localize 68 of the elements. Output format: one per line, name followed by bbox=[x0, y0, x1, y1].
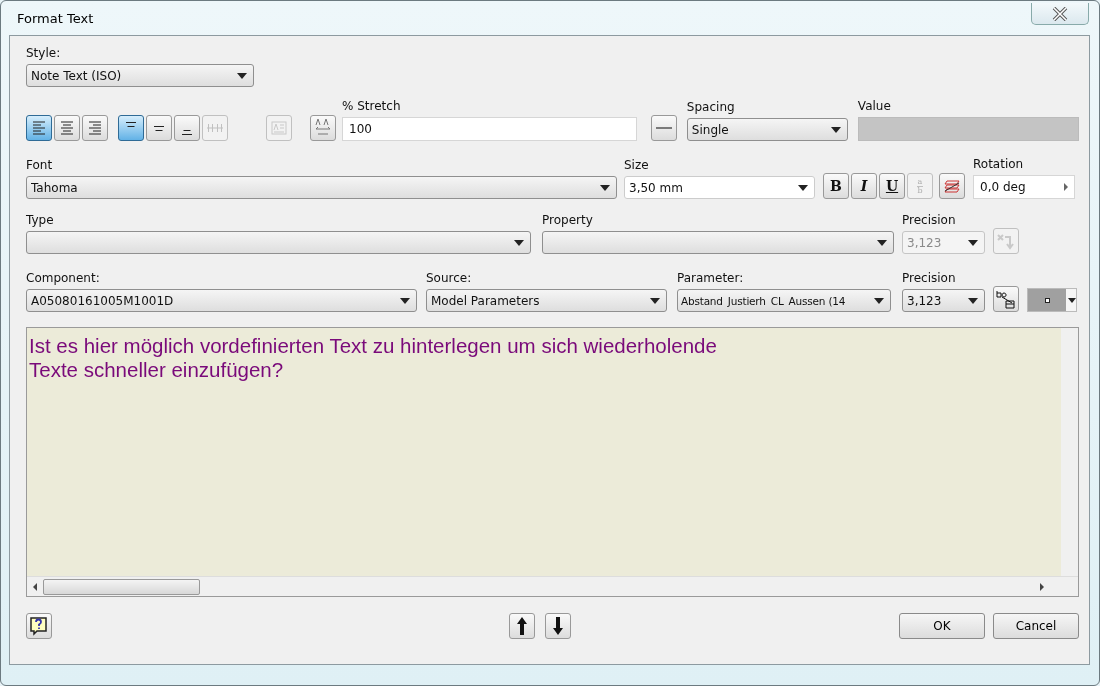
vertical-scrollbar[interactable] bbox=[1061, 328, 1078, 576]
field-label: Style: bbox=[26, 46, 61, 61]
layers-icon bbox=[943, 179, 961, 193]
vertical-align-icon bbox=[126, 121, 136, 127]
underline-button[interactable]: U bbox=[879, 173, 905, 199]
align-button[interactable] bbox=[82, 115, 108, 141]
dash-icon bbox=[655, 126, 672, 130]
field-label: Precision bbox=[902, 213, 957, 228]
rotation-field[interactable]: 0,0 deg bbox=[973, 175, 1075, 199]
line-spacing-button[interactable] bbox=[650, 115, 677, 141]
text-frame-icon bbox=[271, 121, 287, 135]
component-dropdown[interactable]: A05080161005M1001D bbox=[26, 289, 417, 312]
up-arrow-icon bbox=[516, 616, 528, 636]
align-button[interactable] bbox=[54, 115, 80, 141]
vertical-align-button[interactable] bbox=[118, 115, 144, 141]
field-label: Parameter: bbox=[677, 271, 745, 286]
source-dropdown[interactable]: Model Parameters bbox=[426, 289, 667, 312]
note-text-line: Texte schneller einzufügen? bbox=[29, 358, 284, 382]
font-dropdown[interactable]: Tahoma bbox=[26, 176, 617, 199]
field-label: Source: bbox=[426, 271, 473, 286]
insert-symbol-button[interactable] bbox=[993, 286, 1019, 312]
insert-icon bbox=[997, 232, 1015, 250]
field-label: Rotation bbox=[973, 157, 1025, 172]
parameter-dropdown[interactable]: Abstand_Justierh_CL_Aussen (14 bbox=[677, 289, 891, 312]
field-label: Value bbox=[857, 99, 892, 114]
align-icon bbox=[88, 121, 102, 135]
help-icon bbox=[29, 616, 49, 636]
type-dropdown[interactable] bbox=[26, 231, 531, 254]
horizontal-scrollbar[interactable] bbox=[27, 576, 1078, 596]
spacing-dropdown[interactable]: Single bbox=[686, 118, 848, 141]
note-text-line: Ist es hier möglich vordefinierten Text zu hinterlegen um sich wiederholende bbox=[29, 334, 717, 358]
field-label: Type bbox=[26, 213, 55, 228]
stretch-field[interactable]: 100 bbox=[342, 117, 637, 141]
move-up-button[interactable] bbox=[509, 613, 535, 639]
field-label: Spacing bbox=[686, 100, 736, 115]
layers-button[interactable] bbox=[939, 173, 965, 199]
align-icon bbox=[32, 121, 46, 135]
vertical-align-icon bbox=[154, 125, 164, 131]
field-label: % Stretch bbox=[342, 99, 402, 114]
dialog-button[interactable]: Cancel bbox=[993, 613, 1079, 639]
vertical-align-button[interactable] bbox=[146, 115, 172, 141]
field-label: Component: bbox=[26, 271, 101, 286]
style-dropdown[interactable]: Note Text (ISO) bbox=[26, 64, 254, 87]
field-label: Font bbox=[26, 158, 54, 173]
vertical-align-icon bbox=[182, 129, 192, 135]
precision-dropdown[interactable]: 3,123 bbox=[902, 289, 985, 312]
vertical-align-button[interactable] bbox=[174, 115, 200, 141]
stretch-icon bbox=[314, 118, 332, 138]
field-label: Property bbox=[542, 213, 594, 228]
field-label: Precision bbox=[902, 271, 957, 286]
dialog-button[interactable]: OK bbox=[899, 613, 985, 639]
property-dropdown[interactable] bbox=[542, 231, 894, 254]
color-picker[interactable] bbox=[1027, 288, 1077, 312]
move-down-button[interactable] bbox=[545, 613, 571, 639]
window-title: Format Text bbox=[17, 10, 94, 26]
align-button[interactable] bbox=[26, 115, 52, 141]
close-button[interactable] bbox=[1031, 3, 1089, 25]
text-editor[interactable]: Ist es hier möglich vordefinierten Text zu hinterlegen um sich wiederholende Texte schneller einzufügen? bbox=[26, 327, 1079, 597]
bold-button[interactable]: B bbox=[823, 173, 849, 199]
help-button[interactable] bbox=[26, 613, 52, 639]
italic-button[interactable]: I bbox=[851, 173, 877, 199]
stretch-button[interactable] bbox=[310, 115, 336, 141]
field-label: Size bbox=[624, 158, 650, 173]
vertical-align-icon bbox=[207, 123, 223, 133]
down-arrow-icon bbox=[552, 616, 564, 636]
size-dropdown[interactable]: 3,50 mm bbox=[624, 176, 815, 199]
symbol-insert-icon bbox=[996, 289, 1016, 309]
align-icon bbox=[60, 121, 74, 135]
